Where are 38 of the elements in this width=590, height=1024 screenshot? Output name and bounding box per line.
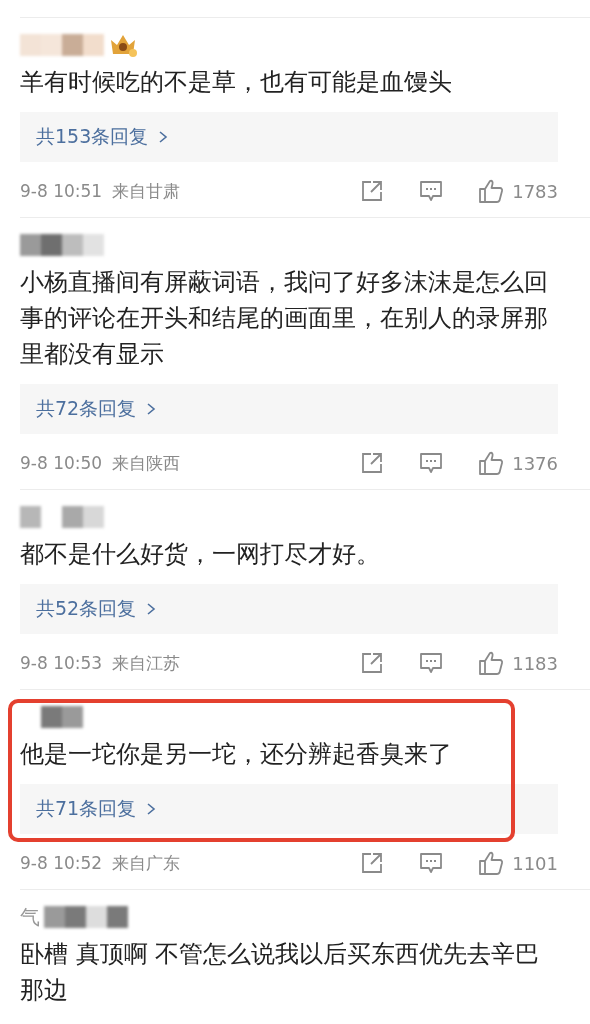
replies-link[interactable]: 共153条回复 [20,112,558,162]
replies-link[interactable]: 共72条回复 [20,384,558,434]
share-icon[interactable] [360,851,385,875]
comment-time: 9-8 10:53 [20,653,103,673]
like-count: 1101 [512,852,558,874]
comment-icon[interactable] [418,651,445,675]
chevron-icon [146,602,157,616]
comment-location: 来自广东 [112,851,181,875]
like-count: 1783 [512,180,558,202]
comment-location: 来自江苏 [112,651,181,675]
comment-icon[interactable] [418,851,445,875]
thumbs-up-icon[interactable] [478,178,505,204]
chevron-icon [146,402,157,416]
comment-icon[interactable] [418,451,445,475]
comment-text: 小杨直播间有屏蔽词语，我问了好多沫沫是怎么回事的评论在开头和结尾的画面里，在别人的录屏那里都没有显示 [20,267,549,370]
like-count: 1376 [512,452,558,474]
comment-time: 9-8 10:50 [20,453,103,473]
comment-location: 来自甘肃 [112,179,181,203]
share-icon[interactable] [360,451,385,475]
comment-icon[interactable] [418,179,445,203]
comment-text: 羊有时候吃的不是草，也有可能是血馒头 [20,67,453,98]
replies-link[interactable]: 共71条回复 [20,784,558,834]
thumbs-up-icon[interactable] [478,650,505,676]
chevron-icon [158,130,169,144]
comment-time: 9-8 10:51 [20,181,103,201]
comment-text: 他是一坨你是另一坨，还分辨起香臭来了 [20,739,453,770]
username-fragment: 气 [20,903,40,931]
replies-link[interactable]: 共52条回复 [20,584,558,634]
share-icon[interactable] [360,651,385,675]
thumbs-up-icon[interactable] [478,850,505,876]
comment-text: 卧槽 真顶啊 不管怎么说我以后买东西优先去辛巴那边 [20,939,541,1006]
thumbs-up-icon[interactable] [478,450,505,476]
chevron-icon [146,802,157,816]
comment-location: 来自陕西 [112,451,181,475]
share-icon[interactable] [360,179,385,203]
comment-text: 都不是什么好货，一网打尽才好。 [20,539,381,570]
comment-time: 9-8 10:52 [20,853,103,873]
like-count: 1183 [512,652,558,674]
